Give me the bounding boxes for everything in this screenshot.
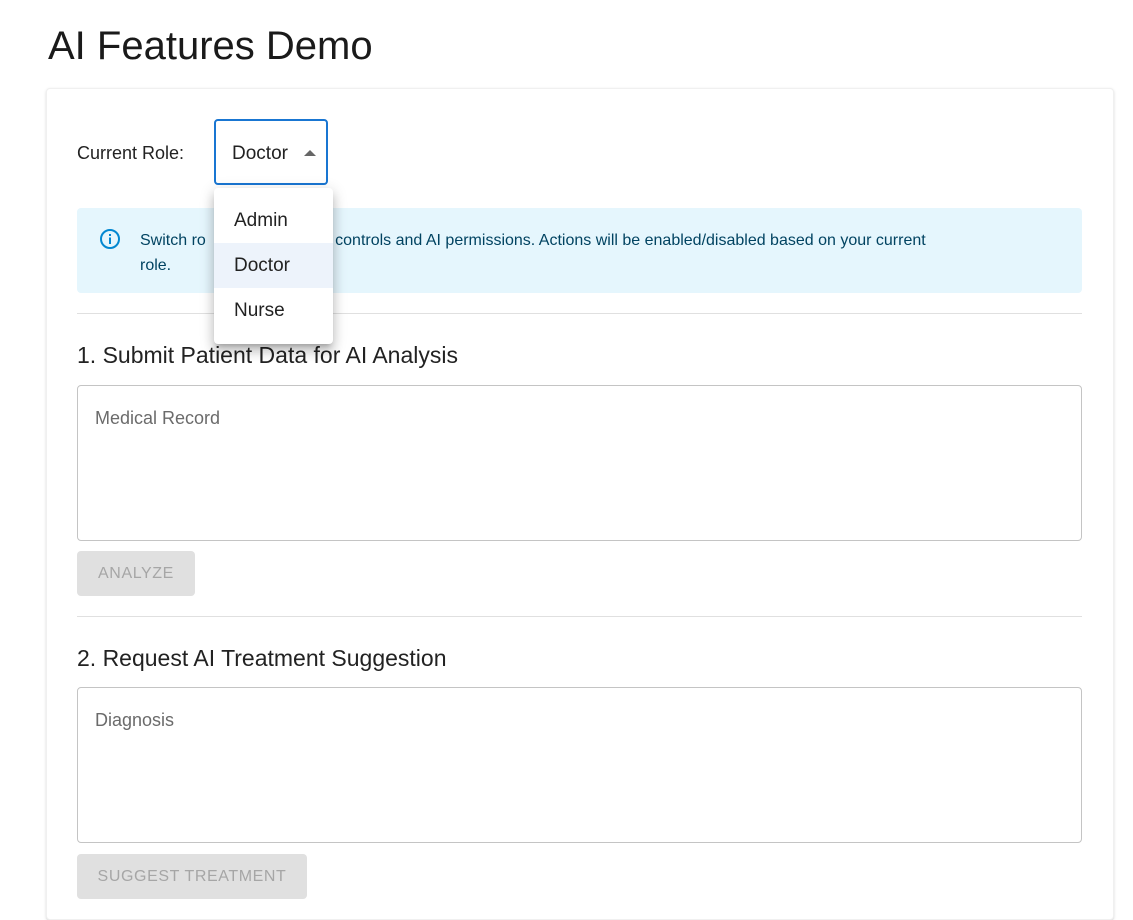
role-dropdown-menu: Admin Doctor Nurse xyxy=(214,188,333,344)
current-role-label: Current Role: xyxy=(77,143,185,163)
role-select[interactable]: Doctor xyxy=(214,119,328,185)
analyze-button[interactable]: ANALYZE xyxy=(77,551,195,596)
diagnosis-placeholder: Diagnosis xyxy=(95,710,175,730)
role-select-value: Doctor xyxy=(232,143,288,164)
role-option-doctor[interactable]: Doctor xyxy=(214,243,333,288)
caret-up-icon xyxy=(304,150,316,156)
alert-text-line2: role. xyxy=(140,257,172,274)
alert-text-start: Switch ro xyxy=(140,232,206,249)
section-title-treatment: 2. Request AI Treatment Suggestion xyxy=(77,645,447,671)
role-option-nurse[interactable]: Nurse xyxy=(214,288,333,333)
suggest-treatment-button[interactable]: SUGGEST TREATMENT xyxy=(77,854,307,899)
role-option-admin[interactable]: Admin xyxy=(214,198,333,243)
alert-text-end: ess controls and AI permissions. Actions… xyxy=(305,232,926,249)
diagnosis-input[interactable]: Diagnosis xyxy=(77,687,1082,843)
info-icon xyxy=(99,228,121,250)
page-title: AI Features Demo xyxy=(48,24,373,68)
medical-record-placeholder: Medical Record xyxy=(95,408,221,428)
section-title-analysis: 1. Submit Patient Data for AI Analysis xyxy=(77,342,458,368)
divider xyxy=(77,616,1082,617)
medical-record-input[interactable]: Medical Record xyxy=(77,385,1082,541)
